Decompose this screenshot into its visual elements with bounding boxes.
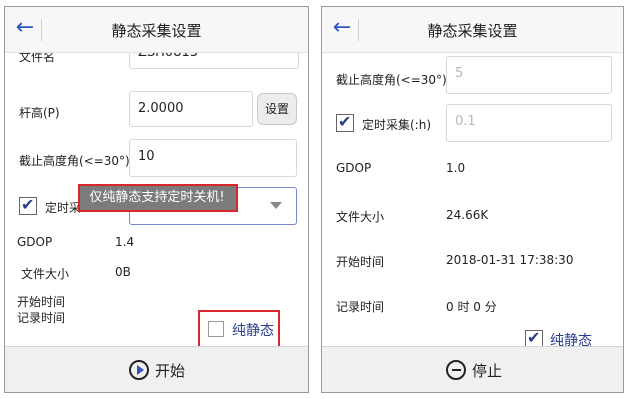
caret-down-icon xyxy=(270,202,282,209)
pure-static-highlight xyxy=(198,310,280,346)
cutoff-angle-field[interactable]: 5 xyxy=(446,56,612,94)
footer-bar: 停止 xyxy=(322,346,623,392)
settings-form[interactable]: 文件名 ZSH0813 杆高(P) 2.0000 设置 截止高度角(<=30°)… xyxy=(5,53,308,346)
gdop-label: GDOP xyxy=(336,161,372,175)
start-time-label: 开始时间 xyxy=(336,255,385,269)
stop-button[interactable]: 停止 xyxy=(446,357,502,383)
start-time-value: 2018-01-31 17:38:30 xyxy=(446,253,574,267)
start-button-label: 开始 xyxy=(155,361,186,380)
start-button[interactable]: 开始 xyxy=(129,357,185,383)
gdop-value: 1.4 xyxy=(115,235,135,249)
pole-height-label: 杆高(P) xyxy=(19,106,60,120)
pure-static-checkbox[interactable]: ✔ xyxy=(525,328,543,346)
cutoff-angle-label: 截止高度角(<=30°) xyxy=(19,154,130,168)
filesize-value: 24.66K xyxy=(446,208,489,222)
cutoff-angle-field[interactable]: 10 xyxy=(129,139,297,177)
timed-collection-field[interactable]: 0.1 xyxy=(446,104,612,142)
start-time-label: 开始时间 xyxy=(17,295,66,309)
pole-height-field[interactable]: 2.0000 xyxy=(129,91,253,127)
pure-static-label: 纯静态 xyxy=(550,333,592,346)
page-title: 静态采集设置 xyxy=(427,22,518,40)
filesize-label: 文件大小 xyxy=(336,210,385,224)
left-screen: ← 静态采集设置 文件名 ZSH0813 杆高(P) 2.0000 设置 截止高… xyxy=(4,6,309,393)
timed-collection-label: 定时采 xyxy=(45,201,82,215)
minus-circle-icon xyxy=(446,360,466,380)
footer-bar: 开始 xyxy=(5,346,308,392)
play-circle-icon xyxy=(129,360,149,380)
header: ← 静态采集设置 xyxy=(322,7,623,53)
right-screen: ← 静态采集设置 截止高度角(<=30°) 5 ✔ 定时采集(:h) 0.1 G… xyxy=(321,6,624,393)
gdop-value: 1.0 xyxy=(446,161,466,175)
filesize-value: 0B xyxy=(115,265,131,279)
record-time-value: 0 时 0 分 xyxy=(446,300,497,314)
cutoff-angle-label: 截止高度角(<=30°) xyxy=(336,73,447,87)
page-title: 静态采集设置 xyxy=(111,22,202,40)
header: ← 静态采集设置 xyxy=(5,7,308,53)
record-time-label: 记录时间 xyxy=(336,300,385,314)
filename-label: 文件名 xyxy=(19,53,56,64)
timed-collection-checkbox[interactable]: ✔ xyxy=(336,112,354,132)
gdop-label: GDOP xyxy=(17,235,53,249)
settings-form[interactable]: 截止高度角(<=30°) 5 ✔ 定时采集(:h) 0.1 GDOP 1.0 文… xyxy=(322,53,623,346)
checkmark-icon: ✔ xyxy=(21,195,35,214)
stop-button-label: 停止 xyxy=(472,361,503,380)
timed-collection-checkbox[interactable]: ✔ xyxy=(19,195,37,215)
timed-collection-label: 定时采集(:h) xyxy=(362,118,432,132)
toast-highlight xyxy=(78,184,238,212)
checkmark-icon: ✔ xyxy=(527,328,541,346)
record-time-label: 记录时间 xyxy=(17,311,66,325)
filename-field[interactable]: ZSH0813 xyxy=(129,53,299,69)
filesize-label: 文件大小 xyxy=(21,267,70,281)
checkmark-icon: ✔ xyxy=(338,112,352,131)
set-button[interactable]: 设置 xyxy=(257,93,297,125)
